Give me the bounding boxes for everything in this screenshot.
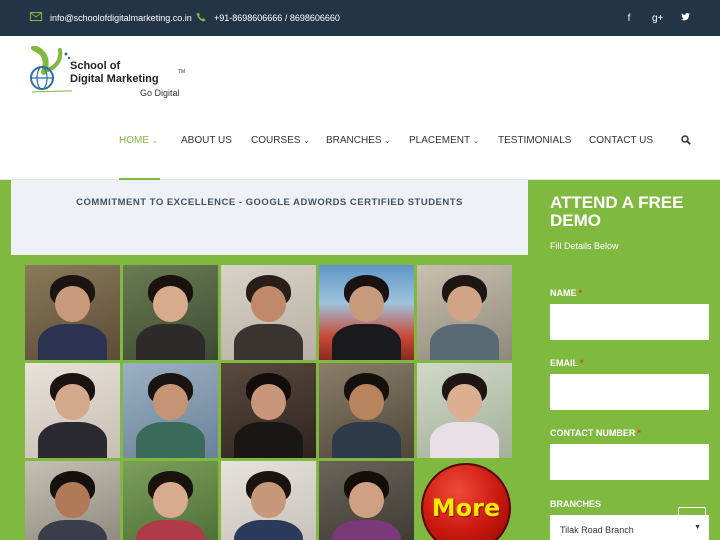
- nav-item-branches[interactable]: BRANCHES ⌄: [326, 132, 390, 180]
- twitter-icon[interactable]: [680, 12, 690, 24]
- contact-number-field[interactable]: [550, 444, 709, 480]
- nav-label: CONTACT US: [589, 135, 654, 146]
- student-photo[interactable]: [417, 265, 512, 360]
- announcement-banner: COMMITMENT TO EXCELLENCE - GOOGLE ADWORD…: [11, 180, 528, 255]
- nav-item-placement[interactable]: PLACEMENT ⌄: [409, 132, 479, 180]
- phone-text[interactable]: +91-8698606666 / 8698606660: [214, 13, 340, 23]
- chevron-down-icon: ⌄: [384, 138, 391, 145]
- site-header: School of Digital Marketing TM Go Digita…: [0, 36, 720, 181]
- top-bar: info@schoolofdigitalmarketing.co.in +91-…: [0, 0, 720, 36]
- name-label: NAME *: [550, 288, 582, 298]
- nav-item-courses[interactable]: COURSES ⌄: [251, 132, 309, 180]
- logo-tagline: Go Digital: [140, 88, 180, 98]
- chevron-down-icon: ⌄: [473, 138, 479, 145]
- site-logo[interactable]: School of Digital Marketing TM Go Digita…: [28, 46, 198, 102]
- nav-item-home[interactable]: HOME ⌄: [119, 132, 158, 180]
- student-photo[interactable]: [123, 461, 218, 540]
- google-plus-icon[interactable]: g+: [652, 13, 663, 24]
- student-photo[interactable]: [221, 461, 316, 540]
- email-field[interactable]: [550, 374, 709, 410]
- nav-label: HOME: [119, 135, 149, 146]
- main-nav: HOME ⌄ ABOUT US COURSES ⌄ BRANCHES ⌄ PLACEM…: [0, 132, 720, 181]
- email-text[interactable]: info@schoolofdigitalmarketing.co.in: [50, 13, 192, 23]
- nav-item-contact-us[interactable]: CONTACT US: [589, 132, 653, 180]
- required-marker: *: [578, 288, 583, 298]
- envelope-icon: [30, 12, 42, 24]
- nav-label: TESTIMONIALS: [498, 135, 572, 146]
- required-marker: *: [580, 358, 584, 368]
- student-photo[interactable]: [417, 363, 512, 458]
- phone-contact[interactable]: +91-8698606666 / 8698606660: [196, 0, 340, 36]
- contact-number-label: CONTACT NUMBER *: [550, 428, 641, 438]
- logo-trademark: TM: [178, 69, 186, 75]
- email-contact[interactable]: info@schoolofdigitalmarketing.co.in: [30, 0, 192, 36]
- student-photo[interactable]: [123, 265, 218, 360]
- more-tile[interactable]: More: [417, 461, 512, 540]
- student-photo[interactable]: [123, 363, 218, 458]
- student-photo[interactable]: [25, 265, 120, 360]
- dropdown-arrow-icon: ▼: [694, 524, 701, 531]
- nav-label: COURSES: [251, 135, 301, 146]
- facebook-icon[interactable]: f: [624, 13, 634, 24]
- nav-label: BRANCHES: [326, 135, 382, 146]
- student-photo[interactable]: [319, 363, 414, 458]
- search-icon[interactable]: [681, 132, 693, 148]
- logo-globe-icon: [30, 46, 72, 93]
- label-text: CONTACT NUMBER: [550, 428, 636, 438]
- nav-label: ABOUT US: [181, 135, 232, 146]
- phone-icon: [196, 12, 206, 25]
- student-photo[interactable]: [221, 363, 316, 458]
- banner-text: COMMITMENT TO EXCELLENCE - GOOGLE ADWORD…: [76, 197, 463, 208]
- student-photo[interactable]: [221, 265, 316, 360]
- more-button-label: More: [431, 494, 501, 522]
- label-text: NAME: [550, 288, 577, 298]
- social-links: f g+: [624, 0, 690, 36]
- student-photo[interactable]: [319, 265, 414, 360]
- required-marker: *: [637, 428, 641, 438]
- student-photo[interactable]: [319, 461, 414, 540]
- logo-line2: Digital Marketing: [70, 73, 159, 85]
- branches-label: BRANCHES: [550, 499, 602, 509]
- logo-line1: School of: [70, 60, 121, 72]
- form-title: ATTEND A FREE DEMO: [550, 193, 684, 230]
- nav-label: PLACEMENT: [409, 135, 471, 146]
- email-label: EMAIL *: [550, 358, 584, 368]
- branch-selected-value: Tilak Road Branch: [560, 525, 634, 535]
- student-photo[interactable]: [25, 363, 120, 458]
- chevron-down-icon: ⌄: [152, 138, 158, 145]
- chevron-down-icon: ⌄: [303, 138, 310, 145]
- student-photo[interactable]: [25, 461, 120, 540]
- scroll-to-top-button[interactable]: [678, 507, 706, 525]
- form-subtitle: Fill Details Below: [550, 241, 619, 251]
- student-photo-gallery: More: [25, 265, 514, 540]
- nav-item-about-us[interactable]: ABOUT US: [181, 132, 232, 180]
- name-field[interactable]: [550, 304, 709, 340]
- free-demo-form: ATTEND A FREE DEMO Fill Details Below NA…: [530, 180, 720, 540]
- nav-item-testimonials[interactable]: TESTIMONIALS: [498, 132, 571, 180]
- label-text: EMAIL: [550, 358, 578, 368]
